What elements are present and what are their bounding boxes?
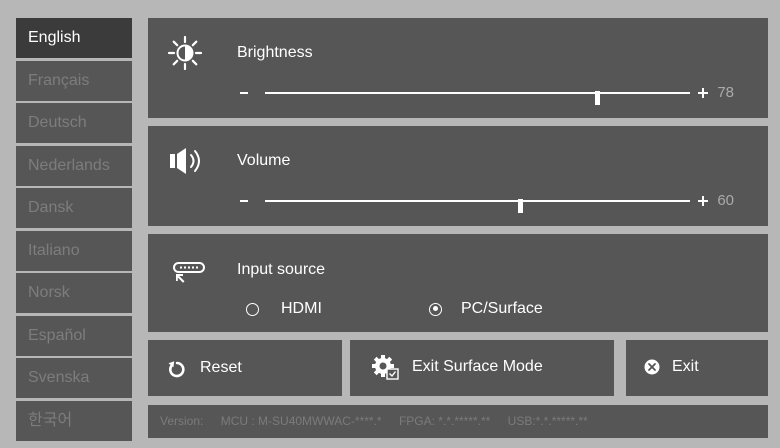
volume-panel: Volume 60 xyxy=(148,126,768,226)
hdmi-radio[interactable] xyxy=(246,302,259,316)
language-list: English Français Deutsch Nederlands Dans… xyxy=(16,18,132,443)
language-item-francais[interactable]: Français xyxy=(16,60,132,101)
input-option-hdmi[interactable]: HDMI xyxy=(246,300,322,318)
volume-track[interactable] xyxy=(265,199,690,213)
surface-settings-icon xyxy=(372,355,399,380)
language-item-deutsch[interactable]: Deutsch xyxy=(16,103,132,143)
input-option-pc-surface[interactable]: PC/Surface xyxy=(429,300,543,318)
language-item-norsk[interactable]: Norsk xyxy=(16,273,132,313)
volume-label: Volume xyxy=(237,152,291,169)
volume-decrease[interactable] xyxy=(240,200,248,202)
exit-surface-mode-label: Exit Surface Mode xyxy=(412,358,543,375)
version-fpga: FPGA: *.*.*****.** xyxy=(398,414,491,428)
pc-surface-radio[interactable] xyxy=(429,302,442,316)
exit-label: Exit xyxy=(672,358,699,375)
brightness-increase[interactable] xyxy=(698,88,708,98)
hdmi-label: HDMI xyxy=(281,300,322,317)
exit-surface-mode-button[interactable]: Exit Surface Mode xyxy=(350,340,614,396)
brightness-icon xyxy=(167,35,203,71)
osd-menu: English Français Deutsch Nederlands Dans… xyxy=(0,0,780,448)
input-source-panel: Input source HDMI PC/Surface xyxy=(148,234,768,332)
brightness-label: Brightness xyxy=(237,44,313,61)
language-item-italiano[interactable]: Italiano xyxy=(16,230,132,271)
version-usb: USB:*.*.*****.** xyxy=(507,414,588,428)
input-source-icon xyxy=(173,262,205,283)
volume-slider[interactable]: 60 xyxy=(240,192,734,213)
language-item-english[interactable]: English xyxy=(16,18,132,58)
reset-icon xyxy=(168,361,185,378)
language-item-dansk[interactable]: Dansk xyxy=(16,188,132,228)
version-bar: Version: MCU : M-SU40MWWAC-****.* FPGA: … xyxy=(148,405,768,438)
brightness-panel: Brightness 78 xyxy=(148,18,768,118)
pc-surface-label: PC/Surface xyxy=(461,300,543,317)
volume-value: 60 xyxy=(717,192,734,209)
language-item-espanol[interactable]: Español xyxy=(16,315,132,356)
version-prefix: Version: xyxy=(160,414,204,428)
volume-thumb[interactable] xyxy=(518,199,523,213)
volume-increase[interactable] xyxy=(698,196,708,206)
exit-button[interactable]: Exit xyxy=(626,340,768,396)
language-item-korean[interactable]: 한국어 xyxy=(16,400,132,441)
brightness-thumb[interactable] xyxy=(594,91,600,105)
language-item-svenska[interactable]: Svenska xyxy=(16,358,132,398)
brightness-slider[interactable]: 78 xyxy=(240,84,734,105)
brightness-decrease[interactable] xyxy=(240,92,248,94)
reset-label: Reset xyxy=(200,359,242,376)
close-icon xyxy=(644,359,660,375)
brightness-track[interactable] xyxy=(265,91,690,105)
reset-button[interactable]: Reset xyxy=(148,340,342,396)
speaker-icon xyxy=(170,148,200,174)
brightness-value: 78 xyxy=(717,84,734,101)
version-mcu: MCU : M-SU40MWWAC-****.* xyxy=(220,414,382,428)
language-item-nederlands[interactable]: Nederlands xyxy=(16,145,132,186)
input-source-label: Input source xyxy=(237,261,326,278)
